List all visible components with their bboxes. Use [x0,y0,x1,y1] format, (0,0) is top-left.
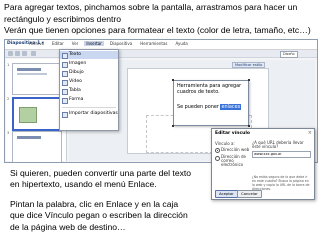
menu-divider [62,107,116,108]
text-box-line: cuadros de texto. [177,89,220,95]
insert-shape-item[interactable]: Forma [60,96,118,104]
resize-handle[interactable] [248,79,250,81]
url-question: ¿A qué URL debería llevar este vínculo? [252,140,304,150]
menu-list: Archivo Editar Ver Insertar Diapositiva … [27,41,190,46]
edit-link-dialog: Editar vínculo × Vínculo a: Dirección we… [211,128,315,200]
menu-archivo[interactable]: Archivo [27,41,46,46]
drawing-icon [62,71,68,77]
insert-dropdown: Texto Imagen Dibujo Vídeo Tabla Forma Im… [59,49,119,131]
toolbar: Diseño [5,50,317,58]
menu-insertar[interactable]: Insertar [84,41,104,46]
video-icon [62,80,68,86]
text-box-line: Se pueden poner enlaces [177,104,245,110]
outro-line: en hipertexto, usando el menú Enlace. [10,179,157,190]
email-radio[interactable] [215,156,220,161]
slides-panel: 1 2 3 [6,59,67,162]
cancel-button[interactable]: Cancelar [237,190,262,198]
outro-text: Si quieren, pueden convertir una parte d… [10,168,192,233]
intro-line: rectángulo y escribimos dentro [4,13,122,24]
insert-image-item[interactable]: Imagen [60,60,118,68]
import-icon [62,112,68,118]
slide-thumbnail[interactable] [12,63,62,95]
slide-thumbnail-selected[interactable] [12,97,64,131]
modify-style-button[interactable]: Modificar estilo [232,62,266,68]
insert-table-item[interactable]: Tabla [60,87,118,95]
menu-diapositiva[interactable]: Diapositiva [108,41,134,46]
thumb-number: 1 [7,63,10,67]
intro-text: Para agregar textos, pinchamos sobre la … [4,2,316,37]
outro-line: Pintan la palabra, clic en Enlace y en l… [10,198,179,209]
url-input[interactable]: www.xxx.gov.ar [252,151,311,158]
insert-drawing-item[interactable]: Dibujo [60,69,118,77]
email-option-label: Dirección de correo electrónico [221,154,246,168]
design-tab[interactable]: Diseño [280,51,298,58]
text-box[interactable]: Herramienta para agregar cuadros de text… [173,80,249,126]
undo-icon[interactable] [8,51,13,56]
resize-handle[interactable] [172,125,174,127]
url-radio[interactable] [215,148,220,153]
url-option-label: Dirección web [221,147,250,152]
outro-line: Si quieren, pueden convertir una parte d… [10,168,192,178]
menu-editar[interactable]: Editar [50,41,66,46]
menu-ver[interactable]: Ver [70,41,81,46]
insert-text-item[interactable]: Texto [60,51,118,59]
link-to-label: Vínculo a: [215,141,235,146]
insert-video-item[interactable]: Vídeo [60,78,118,86]
slide-thumbnail[interactable] [12,131,62,162]
outro-line: de la página web de destino… [10,221,126,232]
intro-line: Verán que tienen opciones para formatear… [4,25,311,36]
text-icon [62,53,68,59]
thumb-number: 3 [7,131,10,135]
resize-handle[interactable] [248,125,250,127]
selected-text[interactable]: enlaces [220,104,242,110]
ok-button[interactable]: Aceptar [215,190,238,198]
menu-bar: Diapositiva 1 ▾ Archivo Editar Ver Inser… [5,40,317,50]
intro-line: Para agregar textos, pinchamos sobre la … [4,2,298,12]
table-icon [62,89,68,95]
close-icon[interactable]: × [308,130,312,136]
menu-ayuda[interactable]: Ayuda [173,41,189,46]
image-icon [62,62,68,68]
menu-herramientas[interactable]: Herramientas [138,41,169,46]
text-box-text: Se pueden poner [177,104,219,110]
add-slide-icon[interactable] [31,51,36,56]
resize-handle[interactable] [172,79,174,81]
import-slides-item[interactable]: Importar diapositivas [60,110,118,118]
redo-icon[interactable] [15,51,20,56]
dialog-title: Editar vínculo [215,131,250,136]
outro-line: que dice Vínculo pegan o escriben la dir… [10,210,188,221]
help-text: ¿No estás seguro de lo que debe ir en es… [252,175,310,191]
shape-icon [62,98,68,104]
print-icon[interactable] [22,51,27,56]
thumb-number: 2 [7,97,10,101]
